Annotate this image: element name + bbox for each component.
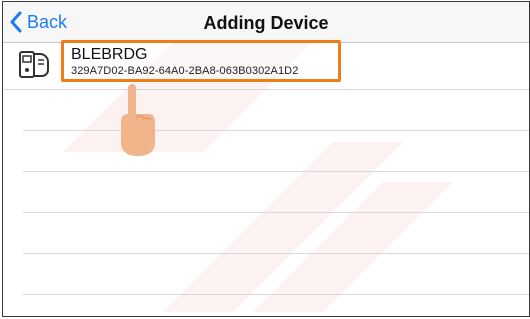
device-highlight[interactable]: BLEBRDG 329A7D02-BA92-64A0-2BA8-063B0302… bbox=[61, 40, 341, 82]
list-row-empty bbox=[23, 131, 529, 172]
list-row-empty bbox=[23, 172, 529, 213]
device-row[interactable]: BLEBRDG 329A7D02-BA92-64A0-2BA8-063B0302… bbox=[3, 40, 529, 90]
list-row-empty bbox=[23, 90, 529, 131]
device-name: BLEBRDG bbox=[71, 46, 148, 63]
device-list: BLEBRDG 329A7D02-BA92-64A0-2BA8-063B0302… bbox=[3, 40, 529, 295]
page-title: Adding Device bbox=[203, 13, 329, 33]
navigation-bar: Back Adding Device bbox=[3, 2, 529, 43]
list-row-empty bbox=[23, 254, 529, 295]
device-uuid: 329A7D02-BA92-64A0-2BA8-063B0302A1D2 bbox=[71, 65, 299, 77]
app-window: Back Adding Device BLEBRDG 329A7D02-BA92… bbox=[2, 1, 530, 317]
list-row-empty bbox=[23, 213, 529, 254]
ble-device-icon bbox=[19, 51, 49, 78]
